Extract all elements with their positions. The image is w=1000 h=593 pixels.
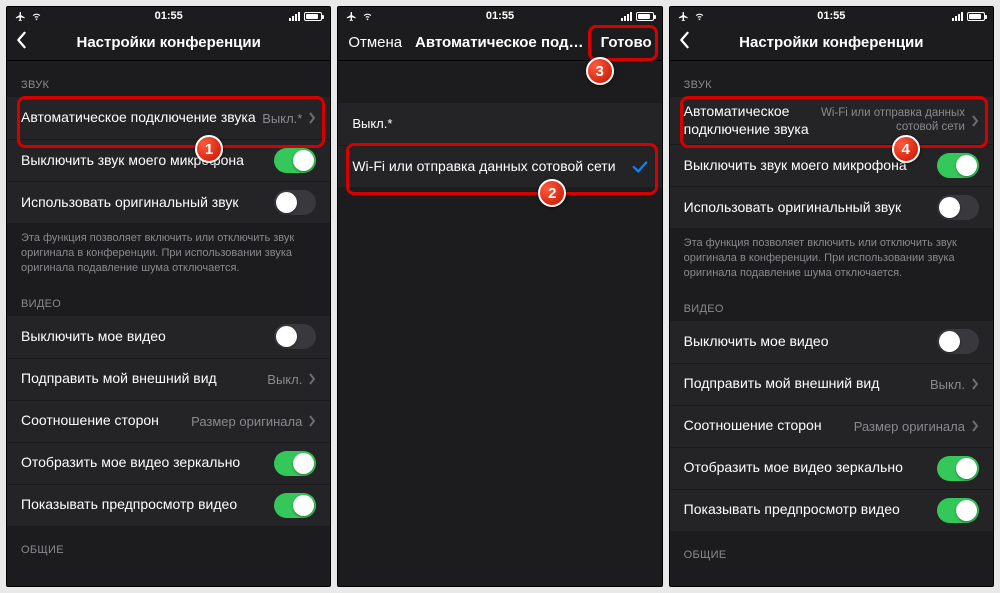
row-label: Показывать предпросмотр видео	[21, 496, 274, 514]
checkmark-icon	[632, 160, 648, 174]
orig-sound-note: Эта функция позволяет включить или отклю…	[7, 223, 330, 280]
switch-mirror[interactable]	[937, 456, 979, 481]
switch-orig-sound[interactable]	[937, 195, 979, 220]
switch-video-off[interactable]	[274, 324, 316, 349]
row-preview[interactable]: Показывать предпросмотр видео	[670, 489, 993, 531]
battery-icon	[304, 12, 322, 21]
settings-list: ЗВУК Автоматическое подключение звука Wi…	[670, 61, 993, 586]
row-mirror[interactable]: Отобразить мое видео зеркально	[670, 447, 993, 489]
status-time: 01:55	[338, 10, 661, 22]
row-aspect[interactable]: Соотношение сторон Размер оригинала	[7, 400, 330, 442]
option-off[interactable]: Выкл.*	[338, 103, 661, 145]
settings-list: ЗВУК Автоматическое подключение звука Вы…	[7, 61, 330, 586]
row-value: Размер оригинала	[191, 414, 302, 429]
switch-video-off[interactable]	[937, 329, 979, 354]
battery-icon	[636, 12, 654, 21]
row-label: Отобразить мое видео зеркально	[21, 454, 274, 472]
chevron-right-icon	[971, 378, 979, 390]
switch-preview[interactable]	[274, 493, 316, 518]
row-label: Соотношение сторон	[21, 412, 191, 430]
row-label: Подправить мой внешний вид	[21, 370, 267, 388]
nav-bar: Настройки конференции	[670, 25, 993, 61]
options-list: Выкл.* Wi-Fi или отправка данных сотовой…	[338, 61, 661, 586]
row-label: Использовать оригинальный звук	[21, 194, 274, 212]
row-label: Соотношение сторон	[684, 417, 854, 435]
row-value: Выкл.	[267, 372, 302, 387]
callout-badge-4: 4	[892, 135, 920, 163]
status-bar: 01:55	[7, 7, 330, 25]
chevron-right-icon	[971, 115, 979, 127]
settings-screen-before: 01:55 Настройки конференции ЗВУК Автомат…	[6, 6, 331, 587]
back-button[interactable]	[15, 31, 27, 54]
row-label: Выключить мое видео	[21, 328, 274, 346]
nav-bar: Настройки конференции	[7, 25, 330, 61]
switch-orig-sound[interactable]	[274, 190, 316, 215]
switch-mute-mic[interactable]	[274, 148, 316, 173]
section-sound: ЗВУК	[670, 61, 993, 97]
row-auto-connect-sound[interactable]: Автоматическое подключение звука Wi-Fi и…	[670, 97, 993, 144]
chevron-right-icon	[308, 415, 316, 427]
row-video-off[interactable]: Выключить мое видео	[7, 316, 330, 358]
row-orig-sound[interactable]: Использовать оригинальный звук	[670, 186, 993, 228]
cancel-button[interactable]: Отмена	[348, 34, 402, 51]
row-label: Показывать предпросмотр видео	[684, 501, 937, 519]
done-button[interactable]: Готово	[601, 34, 652, 51]
section-video: ВИДЕО	[670, 285, 993, 321]
row-value: Выкл.*	[262, 111, 302, 126]
status-bar: 01:55	[338, 7, 661, 25]
status-bar: 01:55	[670, 7, 993, 25]
row-orig-sound[interactable]: Использовать оригинальный звук	[7, 181, 330, 223]
battery-icon	[967, 12, 985, 21]
chevron-right-icon	[308, 373, 316, 385]
row-touchup[interactable]: Подправить мой внешний вид Выкл.	[7, 358, 330, 400]
status-time: 01:55	[7, 10, 330, 22]
nav-title: Настройки конференции	[739, 34, 923, 51]
row-value: Размер оригинала	[854, 419, 965, 434]
chevron-right-icon	[308, 112, 316, 124]
row-label: Автоматическое подключение звука	[684, 103, 809, 138]
chevron-right-icon	[971, 420, 979, 432]
row-touchup[interactable]: Подправить мой внешний вид Выкл.	[670, 363, 993, 405]
row-label: Подправить мой внешний вид	[684, 375, 930, 393]
section-general: ОБЩИЕ	[670, 531, 993, 567]
picker-screen: 01:55 Отмена Автоматическое подкл... Гот…	[337, 6, 662, 587]
switch-mute-mic[interactable]	[937, 153, 979, 178]
row-mute-mic[interactable]: Выключить звук моего микрофона	[7, 139, 330, 181]
status-time: 01:55	[670, 10, 993, 22]
option-label: Wi-Fi или отправка данных сотовой сети	[352, 158, 631, 176]
callout-badge-1: 1	[195, 135, 223, 163]
row-label: Использовать оригинальный звук	[684, 199, 937, 217]
row-value: Wi-Fi или отправка данных сотовой сети	[809, 107, 965, 135]
row-label: Отобразить мое видео зеркально	[684, 459, 937, 477]
option-label: Выкл.*	[352, 116, 647, 132]
option-wifi-cellular[interactable]: Wi-Fi или отправка данных сотовой сети	[338, 145, 661, 187]
nav-bar: Отмена Автоматическое подкл... Готово	[338, 25, 661, 61]
switch-mirror[interactable]	[274, 451, 316, 476]
row-mute-mic[interactable]: Выключить звук моего микрофона	[670, 144, 993, 186]
row-preview[interactable]: Показывать предпросмотр видео	[7, 484, 330, 526]
back-button[interactable]	[678, 31, 690, 54]
row-label: Выключить звук моего микрофона	[21, 152, 274, 170]
row-auto-connect-sound[interactable]: Автоматическое подключение звука Выкл.*	[7, 97, 330, 139]
row-value: Выкл.	[930, 377, 965, 392]
section-general: ОБЩИЕ	[7, 526, 330, 562]
section-video: ВИДЕО	[7, 280, 330, 316]
row-label: Выключить мое видео	[684, 333, 937, 351]
row-aspect[interactable]: Соотношение сторон Размер оригинала	[670, 405, 993, 447]
nav-title: Автоматическое подкл...	[415, 34, 585, 51]
switch-preview[interactable]	[937, 498, 979, 523]
nav-title: Настройки конференции	[76, 34, 260, 51]
section-sound: ЗВУК	[7, 61, 330, 97]
row-video-off[interactable]: Выключить мое видео	[670, 321, 993, 363]
row-mirror[interactable]: Отобразить мое видео зеркально	[7, 442, 330, 484]
callout-badge-3: 3	[586, 57, 614, 85]
orig-sound-note: Эта функция позволяет включить или отклю…	[670, 228, 993, 285]
row-label: Автоматическое подключение звука	[21, 109, 262, 127]
settings-screen-after: 01:55 Настройки конференции ЗВУК Автомат…	[669, 6, 994, 587]
